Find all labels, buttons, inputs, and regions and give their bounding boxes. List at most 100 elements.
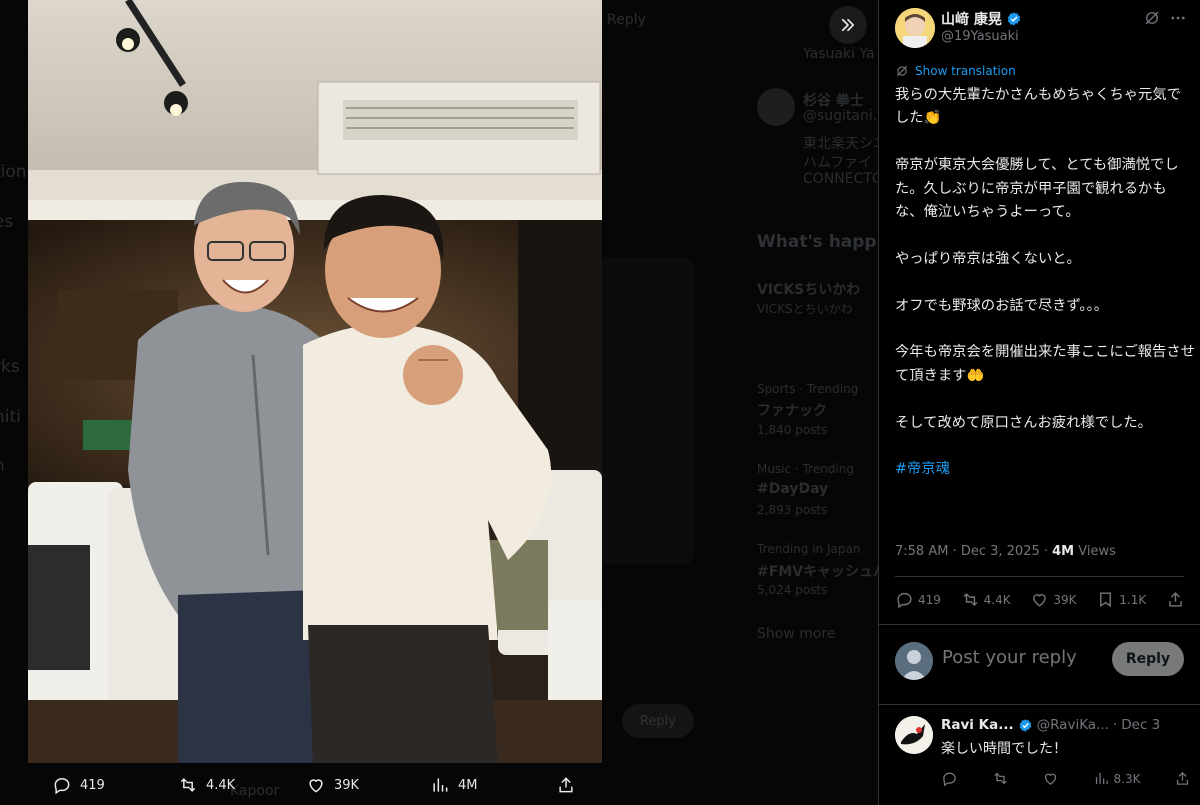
author-handle[interactable]: @19Yasuaki	[941, 29, 1019, 44]
reply-submit-button[interactable]: Reply	[1112, 642, 1184, 676]
post-action-bar: 419 4.4K 39K 1.1K	[895, 590, 1185, 609]
post-views-label: Views	[1074, 544, 1116, 559]
post-paragraph: 今年も帝京会を開催出来た事ここにご報告させて頂きます🤲	[895, 344, 1195, 384]
post-meta: 7:58 AM · Dec 3, 2025 · 4M Views	[895, 544, 1116, 559]
repost-icon	[993, 772, 1007, 785]
reply-icon	[897, 592, 912, 609]
bg-trend-title: VICKSちいかわ	[757, 282, 861, 298]
bg-trend-title: #DayDay	[757, 481, 829, 497]
post-text: 我らの大先輩たかさんもめちゃくちゃ元気でした👏 帝京が東京大会優勝して、とても御…	[895, 84, 1195, 505]
reply-share-button[interactable]	[1174, 770, 1191, 787]
author-name[interactable]: 山﨑 康晃	[941, 9, 1002, 29]
author-name-row[interactable]: 山﨑 康晃	[941, 9, 1022, 29]
bg-reply-label: Reply	[607, 12, 646, 28]
grok-button[interactable]	[1143, 9, 1163, 29]
post-timestamp[interactable]: 7:58 AM · Dec 3, 2025 ·	[895, 544, 1052, 559]
media-like-button[interactable]: 39K	[306, 775, 359, 795]
bg-show-more: Show more	[757, 626, 836, 642]
reply-separator: ·	[1112, 717, 1118, 733]
reply-reply-button[interactable]	[941, 770, 958, 787]
like-button[interactable]: 39K	[1030, 590, 1077, 609]
bg-suggestion-bio: 東北楽天シニ	[803, 136, 878, 152]
show-translation-label[interactable]: Show translation	[915, 64, 1016, 78]
reply-icon	[943, 772, 956, 787]
post-paragraph: そして改めて原口さんお疲れ様でした。	[895, 414, 1152, 431]
more-dots-icon	[1171, 16, 1185, 20]
reply-action-bar: 8.3K	[941, 770, 1191, 787]
media-like-count: 39K	[334, 777, 360, 793]
reply-input[interactable]	[942, 647, 1102, 668]
views-chart-icon	[1095, 772, 1108, 785]
reply-header: Ravi Ka... @RaviKa... · Dec 3	[941, 717, 1160, 733]
post-paragraph: オフでも野球のお話で尽きず。。。	[895, 297, 1109, 314]
media-views-button[interactable]: 4M	[430, 775, 478, 795]
share-icon	[1176, 771, 1189, 785]
reply-author-avatar[interactable]	[895, 716, 933, 754]
bg-left-partial: n	[0, 456, 5, 476]
author-avatar[interactable]	[895, 8, 935, 48]
media-reply-button[interactable]: 419	[52, 775, 105, 795]
post-photo[interactable]	[28, 0, 602, 763]
bookmark-button[interactable]: 1.1K	[1096, 590, 1146, 609]
like-count: 39K	[1053, 592, 1077, 607]
reply-date[interactable]: Dec 3	[1121, 717, 1160, 733]
reply-author-name[interactable]: Ravi Ka...	[941, 717, 1014, 733]
media-repost-button[interactable]: 4.4K	[178, 775, 235, 795]
bg-left-partial: tion	[0, 162, 27, 182]
more-options-button[interactable]	[1169, 9, 1191, 29]
heart-icon	[1044, 773, 1057, 785]
hashtag-link[interactable]: #帝京魂	[895, 461, 950, 477]
post-views-count: 4M	[1052, 544, 1075, 559]
bg-trend-meta: Sports · Trending	[757, 382, 859, 396]
repost-icon	[180, 778, 196, 792]
verified-badge-icon	[1007, 12, 1021, 26]
bg-trend-desc: 5,024 posts	[757, 583, 828, 597]
reply-views-count: 8.3K	[1113, 771, 1141, 786]
verified-badge-icon	[1019, 718, 1031, 732]
bg-trend-desc: VICKSとちいかわ	[757, 302, 853, 316]
media-repost-count: 4.4K	[206, 777, 236, 793]
reply-composer: Reply	[879, 625, 1200, 705]
divider	[895, 576, 1184, 577]
reply-like-button[interactable]	[1042, 770, 1059, 787]
bg-trend-title: #FMVキャッシュバ	[757, 564, 878, 580]
post-detail-panel: 山﨑 康晃 @19Yasuaki Show translation 我らの大先輩…	[878, 0, 1200, 805]
reply-icon	[54, 777, 70, 795]
post-paragraph: 我らの大先輩たかさんもめちゃくちゃ元気でした👏	[895, 87, 1181, 127]
share-icon	[559, 777, 573, 793]
show-translation-link[interactable]: Show translation	[895, 64, 1016, 78]
grok-icon	[1145, 11, 1159, 25]
bg-author-partial: Yasuaki Ya	[803, 46, 875, 62]
share-button[interactable]	[1166, 590, 1185, 609]
bg-suggestion-handle: @sugitani...	[803, 108, 878, 124]
reply-count: 419	[918, 592, 941, 607]
reply-repost-button[interactable]	[992, 770, 1009, 787]
media-reply-count: 419	[80, 777, 105, 793]
post-paragraph: やっぱり帝京は強くないと。	[895, 250, 1081, 267]
reply-item[interactable]: Ravi Ka... @RaviKa... · Dec 3 楽しい時間でした！ …	[879, 706, 1200, 805]
media-action-bar: 419 4.4K 39K 4M	[28, 765, 602, 805]
share-icon	[1169, 592, 1182, 607]
repost-button[interactable]: 4.4K	[961, 590, 1011, 609]
bookmark-icon	[1100, 592, 1112, 608]
reply-button[interactable]: 419	[895, 590, 941, 609]
bg-left-partial: rks	[0, 357, 20, 377]
reply-author-handle[interactable]: @RaviKa...	[1037, 717, 1109, 733]
bg-reply-button: Reply	[622, 704, 694, 738]
media-share-button[interactable]	[556, 775, 576, 795]
heart-icon	[1033, 594, 1047, 607]
collapse-panel-button[interactable]	[829, 6, 867, 44]
bg-trend-title: ファナック	[757, 403, 827, 419]
bg-suggestion-name: 杉谷 拳士	[803, 93, 864, 109]
user-avatar[interactable]	[895, 642, 933, 680]
heart-icon	[309, 779, 323, 793]
bg-trend-meta: Music · Trending	[757, 462, 854, 476]
bg-avatar	[757, 88, 795, 126]
bg-whats-happening: What's happ	[757, 232, 877, 252]
bg-suggestion-bio: CONNECTO	[803, 171, 878, 187]
post-paragraph: 帝京が東京大会優勝して、とても御満悦でした。久しぶりに帝京が甲子園で観れるかもな…	[895, 157, 1179, 221]
bg-suggestion-bio: ハムファイ	[803, 155, 873, 171]
reply-views-button[interactable]: 8.3K	[1093, 770, 1141, 787]
repost-icon	[963, 592, 977, 607]
bg-media-card	[596, 258, 694, 564]
